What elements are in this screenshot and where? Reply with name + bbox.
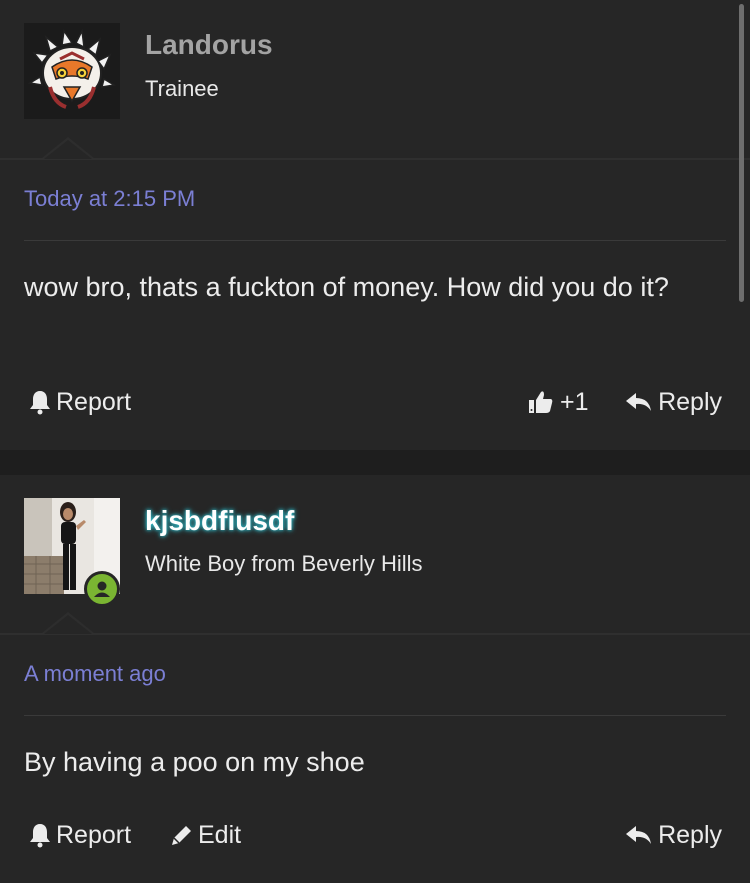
- thread-page: Landorus Trainee Today at 2:15 PM wow br…: [0, 0, 750, 883]
- post-message: wow bro, thats a fuckton of money. How d…: [24, 272, 669, 302]
- user-title: Trainee: [145, 76, 219, 101]
- report-label: Report: [56, 388, 132, 416]
- username[interactable]: Landorus: [145, 29, 273, 61]
- user-status-icon: [94, 581, 110, 597]
- scrollbar[interactable]: [739, 4, 744, 302]
- edit-button[interactable]: Edit: [170, 815, 241, 855]
- pencil-icon: [172, 826, 191, 845]
- reply-arrow-icon: [626, 826, 652, 844]
- post-actions: Report Edit Reply: [0, 815, 750, 855]
- thumbs-up-icon: [529, 391, 553, 413]
- like-count: +1: [560, 388, 589, 416]
- post-actions: Report +1 Reply: [0, 382, 750, 422]
- reply-label: Reply: [658, 821, 722, 849]
- post-timestamp[interactable]: A moment ago: [24, 661, 166, 687]
- bell-icon: [30, 824, 50, 848]
- reply-label: Reply: [658, 388, 722, 416]
- report-label: Report: [56, 821, 132, 849]
- like-button[interactable]: +1: [528, 382, 589, 422]
- divider: [24, 715, 726, 716]
- post-author-block: kjsbdfiusdf White Boy from Beverly Hills: [0, 475, 750, 635]
- reply-button[interactable]: Reply: [625, 382, 722, 422]
- edit-label: Edit: [198, 821, 242, 849]
- post-timestamp[interactable]: Today at 2:15 PM: [24, 186, 195, 212]
- post-separator: [0, 450, 750, 475]
- divider: [24, 240, 726, 241]
- speech-pointer-inner: [44, 140, 92, 159]
- avatar[interactable]: [24, 23, 120, 119]
- post-author-block: Landorus Trainee: [0, 0, 750, 160]
- bell-icon: [30, 391, 50, 415]
- reply-arrow-icon: [626, 393, 652, 411]
- online-status-badge: [84, 571, 120, 607]
- report-button[interactable]: Report: [28, 382, 131, 422]
- username[interactable]: kjsbdfiusdf: [145, 505, 294, 537]
- post: Landorus Trainee Today at 2:15 PM wow br…: [0, 0, 750, 450]
- speech-pointer-inner: [44, 615, 92, 634]
- landorus-avatar-image: [24, 23, 120, 119]
- post-message: By having a poo on my shoe: [24, 747, 365, 777]
- reply-button[interactable]: Reply: [625, 815, 722, 855]
- user-title: White Boy from Beverly Hills: [145, 551, 423, 576]
- post: kjsbdfiusdf White Boy from Beverly Hills…: [0, 475, 750, 883]
- report-button[interactable]: Report: [28, 815, 131, 855]
